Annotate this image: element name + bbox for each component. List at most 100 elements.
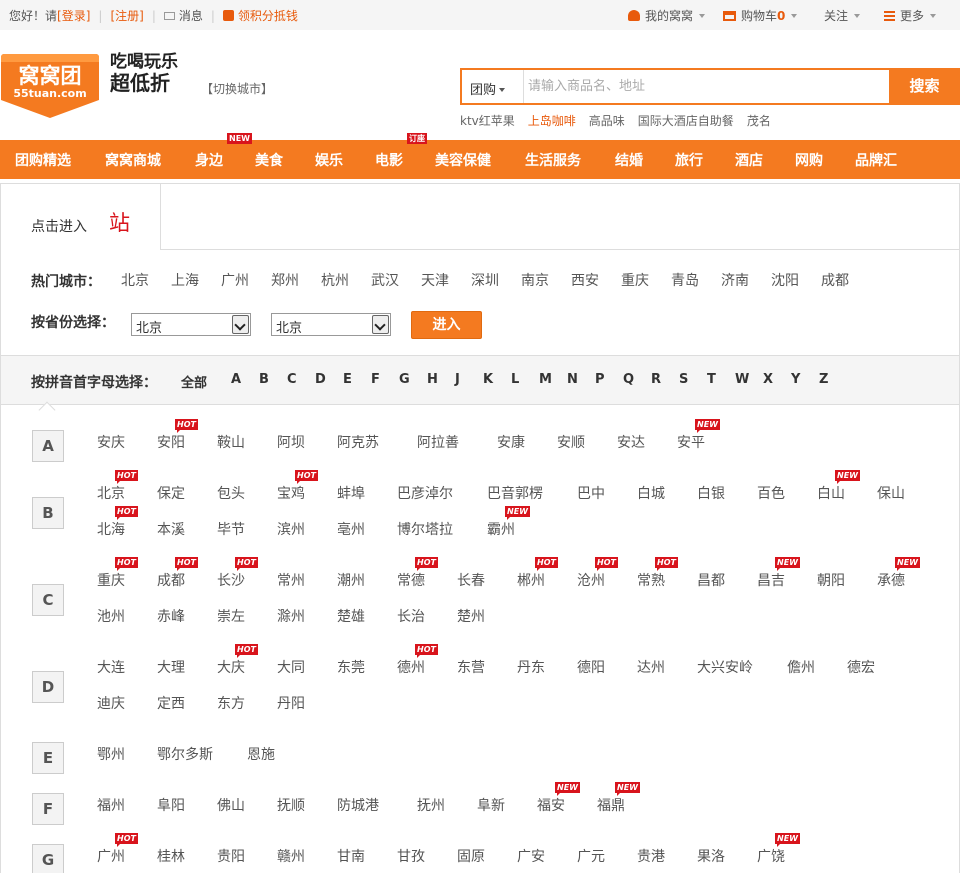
- city-link[interactable]: 桂林: [157, 846, 185, 866]
- nav-item[interactable]: 娱乐: [315, 150, 343, 170]
- city-link[interactable]: 丹东: [517, 657, 545, 677]
- letter-filter[interactable]: M: [539, 372, 552, 387]
- letter-filter[interactable]: Y: [791, 372, 800, 387]
- nav-item[interactable]: 旅行: [675, 150, 703, 170]
- letter-filter[interactable]: S: [679, 372, 688, 387]
- city-link[interactable]: 成都 HOT: [157, 557, 198, 590]
- hot-city-link[interactable]: 天津: [421, 270, 449, 290]
- city-link[interactable]: 昌吉 NEW: [757, 557, 800, 590]
- city-link[interactable]: 鄂尔多斯: [157, 744, 213, 764]
- letter-filter[interactable]: N: [567, 372, 578, 387]
- hot-city-link[interactable]: 沈阳: [771, 270, 799, 290]
- city-link[interactable]: 东营: [457, 657, 485, 677]
- city-link[interactable]: 抚州: [417, 795, 445, 815]
- city-link[interactable]: 固原: [457, 846, 485, 866]
- city-link[interactable]: 佛山: [217, 795, 245, 815]
- points-link[interactable]: 领积分抵钱: [222, 9, 298, 23]
- city-link[interactable]: 巴中: [577, 483, 605, 503]
- letter-filter[interactable]: F: [371, 372, 380, 387]
- more-menu[interactable]: 更多: [884, 7, 937, 24]
- city-link[interactable]: 广州 HOT: [97, 833, 138, 866]
- hot-search-word[interactable]: 国际大酒店自助餐: [638, 114, 734, 128]
- letter-filter[interactable]: K: [483, 372, 493, 387]
- city-link[interactable]: 保定: [157, 483, 185, 503]
- letter-filter[interactable]: A: [231, 372, 241, 387]
- search-button[interactable]: 搜索: [889, 68, 960, 105]
- nav-item[interactable]: 美食: [255, 150, 283, 170]
- letter-filter[interactable]: G: [399, 372, 410, 387]
- city-link[interactable]: 定西: [157, 693, 185, 713]
- city-link[interactable]: 抚顺: [277, 795, 305, 815]
- search-category-select[interactable]: 团购: [470, 79, 506, 98]
- city-link[interactable]: 毕节: [217, 519, 245, 539]
- city-link[interactable]: 安康: [497, 432, 525, 452]
- city-link[interactable]: 安平 NEW: [677, 419, 720, 452]
- city-link[interactable]: 阿坝: [277, 432, 305, 452]
- city-link[interactable]: 常德 HOT: [397, 557, 438, 590]
- city-link[interactable]: 包头: [217, 483, 245, 503]
- city-link[interactable]: 福鼎 NEW: [597, 782, 640, 815]
- hot-city-link[interactable]: 上海: [171, 270, 199, 290]
- city-link[interactable]: 朝阳: [817, 570, 845, 590]
- letter-filter[interactable]: X: [763, 372, 773, 387]
- city-link[interactable]: 池州: [97, 606, 125, 626]
- city-link[interactable]: 贵港: [637, 846, 665, 866]
- city-link[interactable]: 大兴安岭: [697, 657, 753, 677]
- messages-link[interactable]: 消息: [163, 9, 203, 23]
- city-link[interactable]: 儋州: [787, 657, 815, 677]
- nav-item[interactable]: 生活服务: [525, 150, 581, 170]
- city-link[interactable]: 丹阳: [277, 693, 305, 713]
- hot-search-word[interactable]: 高品味: [589, 114, 625, 128]
- city-link[interactable]: 贵阳: [217, 846, 245, 866]
- letter-filter[interactable]: 全部: [181, 372, 207, 391]
- city-link[interactable]: 滁州: [277, 606, 305, 626]
- city-link[interactable]: 甘孜: [397, 846, 425, 866]
- city-link[interactable]: 长治: [397, 606, 425, 626]
- city-link[interactable]: 德州 HOT: [397, 644, 438, 677]
- city-link[interactable]: 阜阳: [157, 795, 185, 815]
- city-link[interactable]: 白银: [697, 483, 725, 503]
- province-select[interactable]: 北京: [131, 313, 251, 336]
- switch-city-link[interactable]: 【切换城市】: [201, 80, 273, 97]
- hot-search-word[interactable]: 上岛咖啡: [528, 114, 576, 128]
- enter-button[interactable]: 进入: [411, 311, 482, 339]
- letter-filter[interactable]: P: [595, 372, 605, 387]
- hot-city-link[interactable]: 重庆: [621, 270, 649, 290]
- city-link[interactable]: 广安: [517, 846, 545, 866]
- hot-city-link[interactable]: 郑州: [271, 270, 299, 290]
- city-link[interactable]: 大庆 HOT: [217, 644, 258, 677]
- city-link[interactable]: 北海 HOT: [97, 506, 138, 539]
- city-link[interactable]: 甘南: [337, 846, 365, 866]
- letter-filter[interactable]: L: [511, 372, 519, 387]
- city-link[interactable]: 亳州: [337, 519, 365, 539]
- city-select[interactable]: 北京: [271, 313, 391, 336]
- city-link[interactable]: 本溪: [157, 519, 185, 539]
- city-link[interactable]: 霸州 NEW: [487, 506, 530, 539]
- hot-city-link[interactable]: 广州: [221, 270, 249, 290]
- city-link[interactable]: 巴彦淖尔: [397, 483, 453, 503]
- city-link[interactable]: 重庆 HOT: [97, 557, 138, 590]
- city-link[interactable]: 安达: [617, 432, 645, 452]
- city-link[interactable]: 达州: [637, 657, 665, 677]
- hot-city-link[interactable]: 杭州: [321, 270, 349, 290]
- letter-filter[interactable]: R: [651, 372, 661, 387]
- city-link[interactable]: 楚雄: [337, 606, 365, 626]
- letter-filter[interactable]: C: [287, 372, 297, 387]
- city-link[interactable]: 德阳: [577, 657, 605, 677]
- follow-menu[interactable]: 关注: [824, 7, 861, 24]
- city-link[interactable]: 承德 NEW: [877, 557, 920, 590]
- hot-city-link[interactable]: 深圳: [471, 270, 499, 290]
- letter-filter[interactable]: J: [455, 372, 460, 387]
- nav-item[interactable]: 网购: [795, 150, 823, 170]
- city-link[interactable]: 东莞: [337, 657, 365, 677]
- letter-filter[interactable]: W: [735, 372, 749, 387]
- site-logo[interactable]: 窝窝团 55tuan.com: [0, 52, 100, 120]
- city-link[interactable]: 大连: [97, 657, 125, 677]
- city-link[interactable]: 安庆: [97, 432, 125, 452]
- city-link[interactable]: 迪庆: [97, 693, 125, 713]
- city-link[interactable]: 大理: [157, 657, 185, 677]
- hot-city-link[interactable]: 青岛: [671, 270, 699, 290]
- letter-filter[interactable]: Q: [623, 372, 634, 387]
- hot-city-link[interactable]: 南京: [521, 270, 549, 290]
- city-link[interactable]: 广元: [577, 846, 605, 866]
